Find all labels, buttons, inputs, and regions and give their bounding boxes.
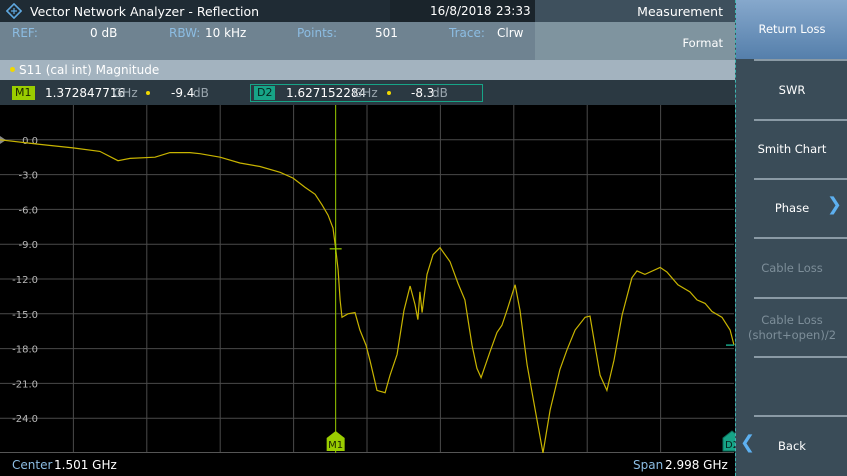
m1-marker-flag-label: M1	[328, 440, 343, 451]
m1-badge[interactable]: M1	[12, 86, 35, 100]
rbw-label: RBW:	[169, 26, 201, 40]
phase-button[interactable]: Phase ❯	[736, 180, 847, 237]
m1-frequency-unit: GHz	[113, 86, 138, 100]
m1-value: -9.4	[171, 86, 195, 100]
back-button[interactable]: ❮ Back	[736, 417, 847, 476]
span-value[interactable]: 2.998 GHz	[665, 458, 728, 472]
return-loss-button[interactable]: Return Loss	[736, 0, 847, 59]
ref-value[interactable]: 0 dB	[90, 26, 117, 40]
softkey-panel: Return Loss SWR Smith Chart Phase ❯ Cabl…	[735, 0, 847, 476]
y-tick-label: 0.0	[22, 136, 38, 147]
datetime-bar: 16/8/2018 23:33	[390, 0, 535, 22]
menu-title-bar: Measurement	[535, 0, 735, 22]
swr-label: SWR	[778, 82, 806, 97]
swr-button[interactable]: SWR	[736, 61, 847, 119]
m1-value-unit: dB	[193, 86, 209, 100]
trace-value[interactable]: Clrw	[497, 26, 523, 40]
points-label: Points:	[297, 26, 338, 40]
trace-label: Trace:	[449, 26, 485, 40]
smith-chart-label: Smith Chart	[757, 142, 827, 156]
cable-loss-button: Cable Loss	[736, 239, 847, 297]
d2-value-unit: dB	[432, 86, 448, 100]
empty-softkey	[736, 358, 847, 415]
y-tick-label: -3.0	[18, 171, 38, 182]
d2-marker-flag-label: D2	[725, 440, 735, 451]
y-tick-label: -15.0	[12, 310, 38, 321]
y-tick-label: -24.0	[12, 414, 38, 425]
trace-dot-icon	[10, 67, 15, 72]
center-label: Center	[12, 458, 53, 472]
smith-chart-button[interactable]: Smith Chart	[736, 121, 847, 178]
phase-label: Phase	[774, 201, 810, 215]
submenu-title: Format	[682, 36, 723, 50]
date: 16/8/2018	[430, 4, 492, 18]
cable-loss-short-open-button: Cable Loss (short+open)/2	[736, 299, 847, 356]
chevron-right-icon: ❯	[826, 194, 842, 215]
d2-dot-icon	[387, 91, 391, 95]
marker-bar: M1 1.372847716 GHz -9.4 dB D2 1.62715228…	[0, 80, 735, 105]
center-value[interactable]: 1.501 GHz	[54, 458, 117, 472]
info-row: REF: 0 dB RBW: 10 kHz Points: 501 Trace:…	[0, 22, 535, 60]
chevron-left-icon: ❮	[740, 432, 756, 453]
y-tick-label: -12.0	[12, 275, 38, 286]
m1-dot-icon	[146, 91, 150, 95]
d2-badge: D2	[254, 86, 276, 100]
cable-loss-label: Cable Loss	[761, 260, 823, 275]
span-label: Span	[633, 458, 664, 472]
back-label: Back	[778, 439, 806, 453]
reflection-plot[interactable]: 0.0 -3.0 -6.0 -9.0 -12.0 -15.0 -18.0 -21.0 -24.0…	[0, 105, 735, 453]
trace-title-bar: S11 (cal int) Magnitude	[0, 60, 735, 80]
footer-bar: Center 1.501 GHz Span 2.998 GHz	[0, 453, 735, 476]
points-value[interactable]: 501	[375, 26, 398, 40]
y-tick-label: -6.0	[18, 205, 38, 216]
d2-value: -8.3	[411, 86, 435, 100]
y-tick-label: -21.0	[12, 379, 38, 390]
y-tick-label: -9.0	[18, 240, 38, 251]
return-loss-label: Return Loss	[758, 22, 826, 36]
submenu-bar: Format	[535, 22, 735, 60]
trace-title: S11 (cal int) Magnitude	[19, 63, 160, 77]
app-title: Vector Network Analyzer - Reflection	[30, 4, 260, 19]
y-tick-label: -18.0	[12, 345, 38, 356]
rohde-schwarz-logo-icon	[6, 3, 22, 19]
ref-label: REF:	[12, 26, 38, 40]
d2-frequency-unit: GHz	[353, 86, 378, 100]
cable-loss-short-open-label: Cable Loss (short+open)/2	[747, 312, 837, 342]
menu-title: Measurement	[637, 4, 723, 19]
rbw-value[interactable]: 10 kHz	[205, 26, 246, 40]
d2-marker-box[interactable]: D2 1.627152284 GHz -8.3 dB	[250, 84, 483, 102]
time: 23:33	[496, 4, 531, 18]
